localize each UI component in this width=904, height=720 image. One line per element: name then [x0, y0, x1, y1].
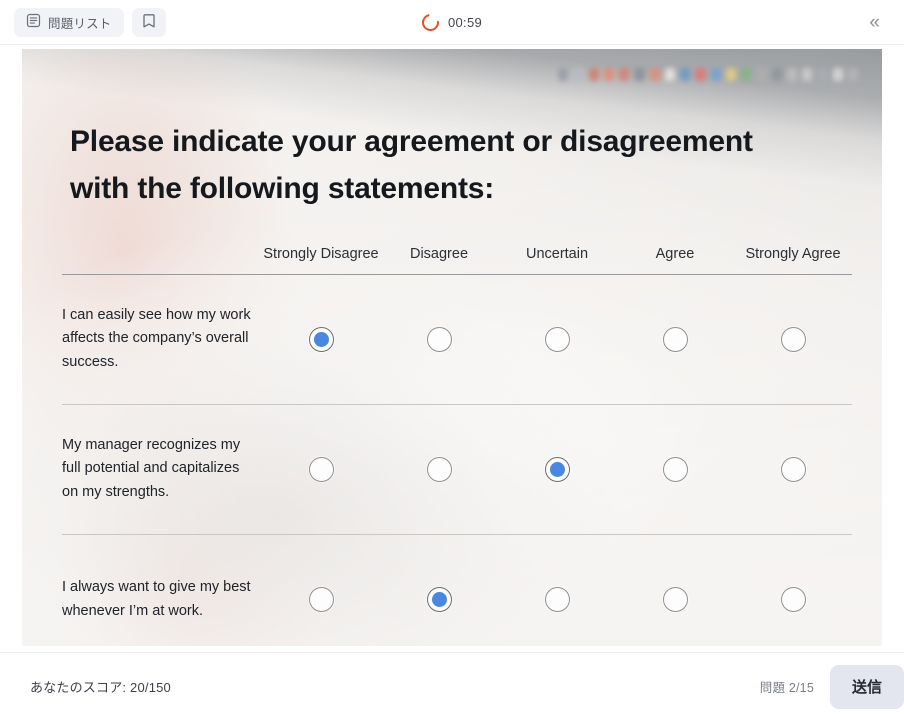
toolbar-left-group: 問題リスト — [0, 7, 166, 37]
matrix-body: I can easily see how my work affects the… — [62, 275, 852, 646]
question-list-button[interactable]: 問題リスト — [14, 7, 124, 37]
bookmark-icon — [142, 13, 156, 32]
statement-text: My manager recognizes my full potential … — [62, 436, 241, 500]
radio-dot — [786, 462, 801, 477]
option-cell[interactable] — [380, 535, 498, 646]
bottom-right-group: 問題 2/15 送信 — [759, 664, 904, 709]
radio-dot — [549, 461, 565, 477]
radio-option-r2-c3[interactable] — [544, 456, 570, 482]
radio-dot — [431, 592, 447, 608]
option-cell[interactable] — [498, 275, 616, 404]
matrix-statement-row: My manager recognizes my full potential … — [62, 405, 852, 535]
radio-dot — [550, 332, 565, 347]
question-slide: Please indicate your agreement or disagr… — [22, 49, 882, 646]
radio-option-r2-c1[interactable] — [308, 456, 334, 482]
radio-option-r2-c2[interactable] — [426, 456, 452, 482]
option-cell[interactable] — [262, 275, 380, 404]
radio-dot — [668, 592, 683, 607]
option-cell[interactable] — [616, 275, 734, 404]
radio-dot — [314, 592, 329, 607]
option-cell[interactable] — [616, 405, 734, 534]
list-document-icon — [26, 13, 41, 31]
option-cell[interactable] — [262, 535, 380, 646]
option-cell[interactable] — [616, 535, 734, 646]
radio-option-r3-c5[interactable] — [780, 587, 806, 613]
radio-option-r1-c4[interactable] — [662, 326, 688, 352]
toolbar-right-group: « — [863, 9, 904, 36]
radio-option-r1-c3[interactable] — [544, 326, 570, 352]
option-cell[interactable] — [734, 275, 852, 404]
radio-dot — [668, 462, 683, 477]
option-cell[interactable] — [498, 405, 616, 534]
radio-option-r2-c4[interactable] — [662, 456, 688, 482]
option-cell[interactable] — [380, 275, 498, 404]
timer-ring-icon — [418, 10, 443, 34]
slide-stage: Please indicate your agreement or disagr… — [0, 45, 904, 652]
column-header-agree: Agree — [655, 246, 695, 262]
radio-option-r3-c1[interactable] — [308, 587, 334, 613]
radio-option-r3-c2[interactable] — [426, 587, 452, 613]
column-header-strongly-disagree: Strongly Disagree — [263, 246, 379, 262]
radio-dot — [550, 592, 565, 607]
radio-dot — [432, 332, 447, 347]
column-header-disagree: Disagree — [409, 246, 469, 262]
likert-matrix: Strongly Disagree Disagree Uncertain Agr… — [62, 244, 852, 646]
exam-app-window: 問題リスト 00:59 « Please indicate your agree… — [0, 0, 904, 720]
radio-option-r2-c5[interactable] — [780, 456, 806, 482]
radio-dot — [786, 332, 801, 347]
bottom-status-bar: あなたのスコア: 20/150 問題 2/15 送信 — [0, 652, 904, 720]
column-header-strongly-agree: Strongly Agree — [745, 246, 841, 262]
radio-option-r1-c5[interactable] — [780, 326, 806, 352]
statement-text: I can easily see how my work affects the… — [62, 306, 251, 370]
radio-dot — [786, 592, 801, 607]
submit-button[interactable]: 送信 — [829, 664, 904, 709]
radio-dot — [313, 331, 329, 347]
top-toolbar: 問題リスト 00:59 « — [0, 0, 904, 45]
option-cell[interactable] — [734, 405, 852, 534]
score-label: あなたのスコア: 20/150 — [30, 680, 171, 695]
question-title: Please indicate your agreement or disagr… — [70, 125, 753, 205]
question-list-label: 問題リスト — [48, 16, 112, 31]
radio-option-r3-c4[interactable] — [662, 587, 688, 613]
radio-dot — [432, 462, 447, 477]
radio-option-r3-c3[interactable] — [544, 587, 570, 613]
question-progress-label: 問題 2/15 — [759, 681, 814, 695]
statement-label-cell: My manager recognizes my full potential … — [62, 405, 262, 534]
timer-text: 00:59 — [447, 14, 483, 30]
collapse-panel-button[interactable]: « — [863, 9, 886, 36]
statement-text: I always want to give my best whenever I… — [62, 579, 251, 619]
radio-dot — [668, 332, 683, 347]
statement-label-cell: I can easily see how my work affects the… — [62, 275, 262, 404]
double-chevron-left-icon: « — [869, 11, 880, 33]
radio-option-r1-c2[interactable] — [426, 326, 452, 352]
option-cell[interactable] — [262, 405, 380, 534]
matrix-statement-row: I always want to give my best whenever I… — [62, 535, 852, 646]
slide-content: Please indicate your agreement or disagr… — [22, 49, 882, 646]
matrix-statement-row: I can easily see how my work affects the… — [62, 275, 852, 405]
matrix-header-row: Strongly Disagree Disagree Uncertain Agr… — [62, 244, 852, 275]
option-cell[interactable] — [380, 405, 498, 534]
column-header-uncertain: Uncertain — [525, 246, 589, 262]
bookmark-button[interactable] — [131, 7, 166, 37]
matrix-header-spacer — [62, 244, 262, 265]
statement-label-cell: I always want to give my best whenever I… — [62, 535, 262, 646]
option-cell[interactable] — [734, 535, 852, 646]
radio-dot — [314, 462, 329, 477]
radio-option-r1-c1[interactable] — [308, 326, 334, 352]
option-cell[interactable] — [498, 535, 616, 646]
